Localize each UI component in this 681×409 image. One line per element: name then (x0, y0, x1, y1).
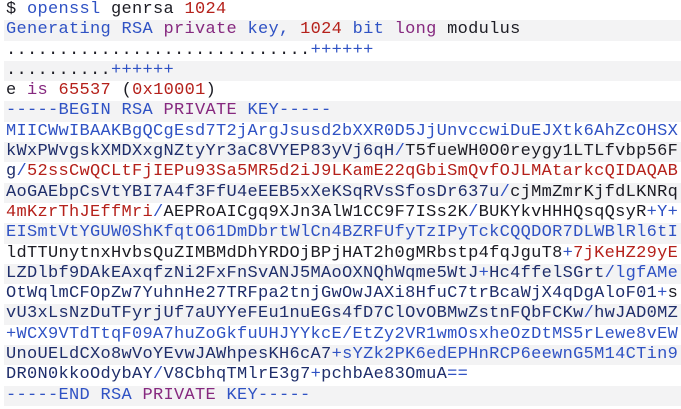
text-segment: -----BEGIN RSA (6, 101, 164, 121)
output-line: DR0N0kkoOdybAY/V8CbhqTMlrE3g7+pchbAe83Om… (4, 365, 681, 385)
text-segment: EISmtVtYGUW0ShKfqtO61DmDbrtWlCn4BZRFUfyT… (6, 223, 679, 243)
text-segment: bit (342, 20, 395, 40)
text-segment: + (310, 365, 322, 385)
text-segment: LZDlbf9DAkEAxqfzNi2FxFnSvANJ5MAoOXNQhWqm… (6, 263, 479, 283)
text-segment: modulus (436, 20, 521, 40)
output-line: e is 65537 (0x10001) (4, 81, 681, 101)
output-line: vU3xLsNzDuTFyrjUf7aUYYeFEu1nuEGs4fD7ClOv… (4, 304, 681, 325)
text-segment: ++++++ (310, 40, 374, 60)
text-segment: s (667, 284, 679, 304)
text-segment: T5fueWH0O0reygy1LTLfvbp56F (405, 142, 679, 162)
text-segment: KEY----- (216, 385, 311, 405)
text-segment: / (153, 202, 164, 222)
text-segment: +Y+ (646, 202, 679, 222)
text-segment: UnoUELdCXo8wVoYEvwJAWhpesKH6cA7 (6, 345, 332, 365)
text-segment: ) (205, 81, 217, 101)
text-segment: / (16, 162, 28, 182)
text-segment: ++++++ (111, 60, 175, 80)
text-segment: OtWqlmCFOpZw7YuhnHe27TRFpa2tnjGwOwJAXi8H… (6, 284, 658, 304)
text-segment: vU3xLsNzDuTFyrjUf7aUYYeFEu1nuEGs4fD7ClOv… (6, 304, 584, 324)
text-segment: ldTTUnytnxHvbsQuZIMBMdDhYRDOjBPjHAT2h0gM… (6, 243, 563, 263)
text-segment: /lgfAMe (604, 263, 679, 283)
output-line: EISmtVtYGUW0ShKfqtO61DmDbrtWlCn4BZRFUfyT… (4, 223, 681, 244)
text-segment: -----END RSA (6, 385, 143, 405)
output-line: MIICWwIBAAKBgQCgEsd7T2jArgJsusd2bXXR0D5J… (4, 122, 681, 142)
text-segment: ............................. (6, 40, 311, 60)
text-segment: 0x10001 (132, 81, 206, 101)
text-segment: / (468, 202, 479, 222)
text-segment: Hc4ffelSGrt (489, 263, 605, 283)
text-segment: + (657, 284, 668, 304)
text-segment: +WCX9VTdTtqF09A7huZoGkfuUHJYYkcE/EtZy2VR… (6, 324, 679, 344)
text-segment: V8CbhqTMlrE3g7 (163, 365, 311, 385)
text-segment: kWxPWvgskXMDXxgNZtyYr3aC8VYEP83yVj6qH (6, 142, 395, 162)
text-segment: 65537 (58, 81, 112, 101)
text-segment: + (478, 263, 490, 283)
output-line: LZDlbf9DAkEAxqfzNi2FxFnSvANJ5MAoOXNQhWqm… (4, 263, 681, 285)
terminal-output: $ openssl genrsa 1024 Generating RSA priv… (0, 0, 681, 406)
output-line: g/52ssCwQCLtFjIEPu93Sa5MR5d2iJ9LKamE22qG… (4, 162, 681, 182)
output-line: -----BEGIN RSA PRIVATE KEY----- (4, 101, 681, 122)
text-segment: 52ssCwQCLtFjIEPu93Sa5MR5d2iJ9LKamE22qGbi… (27, 162, 679, 182)
text-segment: ( (111, 81, 133, 101)
text-segment: .......... (6, 60, 112, 80)
text-segment: 1024 (300, 20, 343, 40)
text-segment: / (153, 365, 164, 385)
text-segment: openssl (27, 0, 101, 19)
text-segment: / (583, 304, 595, 324)
text-segment: PRIVATE (163, 101, 238, 121)
text-segment: == (447, 365, 469, 385)
output-line: 4mKzrThJEffMri/AEPRoAICgq9XJn3AlW1CC9F7I… (4, 203, 681, 223)
output-line: ..........++++++ (4, 60, 681, 82)
output-line: Generating RSA private key, 1024 bit lon… (4, 20, 681, 41)
output-line: +WCX9VTdTtqF09A7huZoGkfuUHJYYkcE/EtZy2VR… (4, 325, 681, 345)
text-segment: hwJAD0MZ (594, 304, 679, 324)
text-segment: genrsa (100, 0, 185, 19)
text-segment: / (394, 142, 406, 162)
text-segment: MIICWwIBAAKBgQCgEsd7T2jArgJsusd2bXXR0D5J… (6, 121, 679, 141)
text-segment: +sYZk2PK6edEPHnRCP6eewnG5M14CTin9 (331, 345, 679, 365)
text-segment: pchbAe83OmuA (321, 365, 448, 385)
text-segment: e (6, 81, 28, 101)
text-segment: long (394, 20, 437, 40)
text-segment: 7jKeHZ29yE (573, 243, 679, 263)
text-segment: cjMmZmrKjfdLKNRq (510, 182, 679, 202)
text-segment: 1024 (184, 0, 227, 19)
text-segment: $ (6, 0, 28, 19)
text-segment: 4mKzrThJEffMri (6, 202, 154, 222)
text-segment: AoGAEbpCsVtYBI7A4f3FfU4eEEB5xXeKSqRVsSfo… (6, 182, 500, 202)
output-line: AoGAEbpCsVtYBI7A4f3FfU4eEEB5xXeKSqRVsSfo… (4, 182, 681, 203)
output-line: UnoUELdCXo8wVoYEvwJAWhpesKH6cA7+sYZk2PK6… (4, 345, 681, 366)
command-line: $ openssl genrsa 1024 (4, 0, 681, 20)
text-segment: key, (237, 20, 301, 40)
text-segment: private (163, 20, 238, 40)
text-segment: g (6, 162, 17, 182)
output-line: kWxPWvgskXMDXxgNZtyYr3aC8VYEP83yVj6qH/T5… (4, 142, 681, 163)
output-line: -----END RSA PRIVATE KEY----- (4, 385, 681, 406)
text-segment: KEY----- (237, 101, 332, 121)
text-segment: is (27, 81, 49, 101)
text-segment: + (562, 243, 574, 263)
text-segment: Generating RSA (6, 20, 164, 40)
text-segment (48, 81, 59, 100)
text-segment: DR0N0kkoOdybAY (6, 365, 154, 385)
output-line: OtWqlmCFOpZw7YuhnHe27TRFpa2tnjGwOwJAXi8H… (4, 284, 681, 304)
output-line: .............................++++++ (4, 41, 681, 61)
text-segment: BUKYkvHHHQsqQsyR (478, 202, 647, 222)
text-segment: PRIVATE (142, 385, 217, 405)
text-segment: AEPRoAICgq9XJn3AlW1CC9F7ISs2K (163, 202, 469, 222)
output-line: ldTTUnytnxHvbsQuZIMBMdDhYRDOjBPjHAT2h0gM… (4, 244, 681, 264)
text-segment: / (499, 182, 511, 202)
